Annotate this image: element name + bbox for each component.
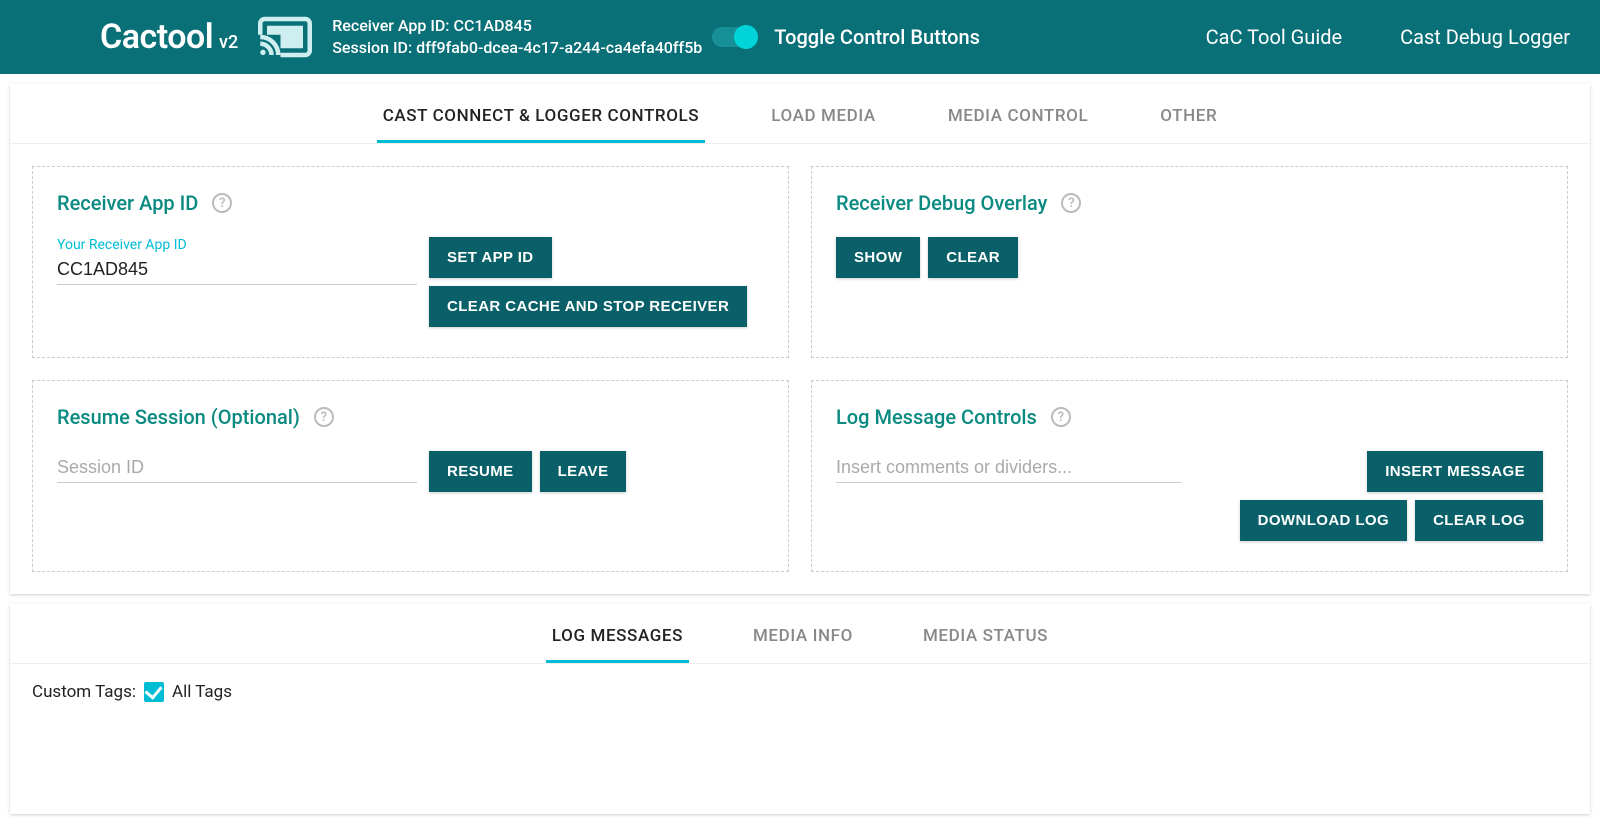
card-receiver-app-id: Receiver App ID ? Your Receiver App ID S… bbox=[32, 166, 789, 358]
card-title: Receiver Debug Overlay bbox=[836, 191, 1047, 215]
app-header: Cactool v2 Receiver App ID: CC1AD845 Ses… bbox=[0, 0, 1600, 74]
log-message-input[interactable] bbox=[836, 451, 1181, 483]
receiver-app-id-input[interactable] bbox=[57, 253, 417, 285]
custom-tags-label: Custom Tags: bbox=[32, 682, 136, 702]
resume-button[interactable]: RESUME bbox=[429, 451, 532, 492]
receiver-app-id-value: CC1AD845 bbox=[454, 16, 532, 35]
all-tags-checkbox[interactable] bbox=[144, 682, 164, 702]
logo-sub: v2 bbox=[219, 32, 238, 53]
tab-other[interactable]: OTHER bbox=[1154, 106, 1223, 143]
session-id-label: Session ID: bbox=[332, 38, 412, 57]
card-title: Log Message Controls bbox=[836, 405, 1037, 429]
leave-button[interactable]: LEAVE bbox=[540, 451, 627, 492]
card-title: Receiver App ID bbox=[57, 191, 198, 215]
help-icon[interactable]: ? bbox=[1051, 407, 1071, 427]
clear-log-button[interactable]: CLEAR LOG bbox=[1415, 500, 1543, 541]
tab-log-messages[interactable]: LOG MESSAGES bbox=[546, 626, 689, 663]
custom-tags-row: Custom Tags: All Tags bbox=[10, 664, 1590, 814]
cast-icon[interactable] bbox=[258, 15, 312, 59]
toggle-label: Toggle Control Buttons bbox=[774, 25, 980, 49]
clear-cache-stop-receiver-button[interactable]: CLEAR CACHE AND STOP RECEIVER bbox=[429, 286, 747, 327]
main-controls-panel: CAST CONNECT & LOGGER CONTROLS LOAD MEDI… bbox=[10, 84, 1590, 594]
log-tabs: LOG MESSAGES MEDIA INFO MEDIA STATUS bbox=[10, 604, 1590, 664]
tab-cast-connect[interactable]: CAST CONNECT & LOGGER CONTROLS bbox=[377, 106, 706, 143]
tab-load-media[interactable]: LOAD MEDIA bbox=[765, 106, 882, 143]
show-overlay-button[interactable]: SHOW bbox=[836, 237, 920, 278]
tab-media-info[interactable]: MEDIA INFO bbox=[747, 626, 859, 663]
tab-media-control[interactable]: MEDIA CONTROL bbox=[942, 106, 1094, 143]
set-app-id-button[interactable]: SET APP ID bbox=[429, 237, 552, 278]
logo: Cactool v2 bbox=[100, 17, 238, 57]
toggle-control-buttons: Toggle Control Buttons bbox=[712, 25, 980, 49]
all-tags-label: All Tags bbox=[172, 682, 232, 702]
insert-message-button[interactable]: INSERT MESSAGE bbox=[1367, 451, 1543, 492]
help-icon[interactable]: ? bbox=[314, 407, 334, 427]
main-tabs: CAST CONNECT & LOGGER CONTROLS LOAD MEDI… bbox=[10, 84, 1590, 144]
card-title: Resume Session (Optional) bbox=[57, 405, 300, 429]
card-resume-session: Resume Session (Optional) ? RESUME LEAVE bbox=[32, 380, 789, 572]
session-id-input[interactable] bbox=[57, 451, 417, 483]
cast-debug-logger-link[interactable]: Cast Debug Logger bbox=[1400, 25, 1570, 49]
card-debug-overlay: Receiver Debug Overlay ? SHOW CLEAR bbox=[811, 166, 1568, 358]
cac-tool-guide-link[interactable]: CaC Tool Guide bbox=[1206, 25, 1342, 49]
clear-overlay-button[interactable]: CLEAR bbox=[928, 237, 1018, 278]
tab-media-status[interactable]: MEDIA STATUS bbox=[917, 626, 1054, 663]
log-panel: LOG MESSAGES MEDIA INFO MEDIA STATUS Cus… bbox=[10, 604, 1590, 814]
help-icon[interactable]: ? bbox=[1061, 193, 1081, 213]
session-id-value: dff9fab0-dcea-4c17-a244-ca4efa40ff5b bbox=[416, 38, 702, 57]
logo-main: Cactool bbox=[100, 17, 213, 57]
help-icon[interactable]: ? bbox=[212, 193, 232, 213]
toggle-switch[interactable] bbox=[712, 27, 756, 47]
session-info: Receiver App ID: CC1AD845 Session ID: df… bbox=[332, 15, 702, 58]
receiver-app-id-label: Receiver App ID: bbox=[332, 16, 449, 35]
input-label: Your Receiver App ID bbox=[57, 237, 417, 253]
card-log-controls: Log Message Controls ? INSERT MESSAGE DO… bbox=[811, 380, 1568, 572]
download-log-button[interactable]: DOWNLOAD LOG bbox=[1240, 500, 1407, 541]
